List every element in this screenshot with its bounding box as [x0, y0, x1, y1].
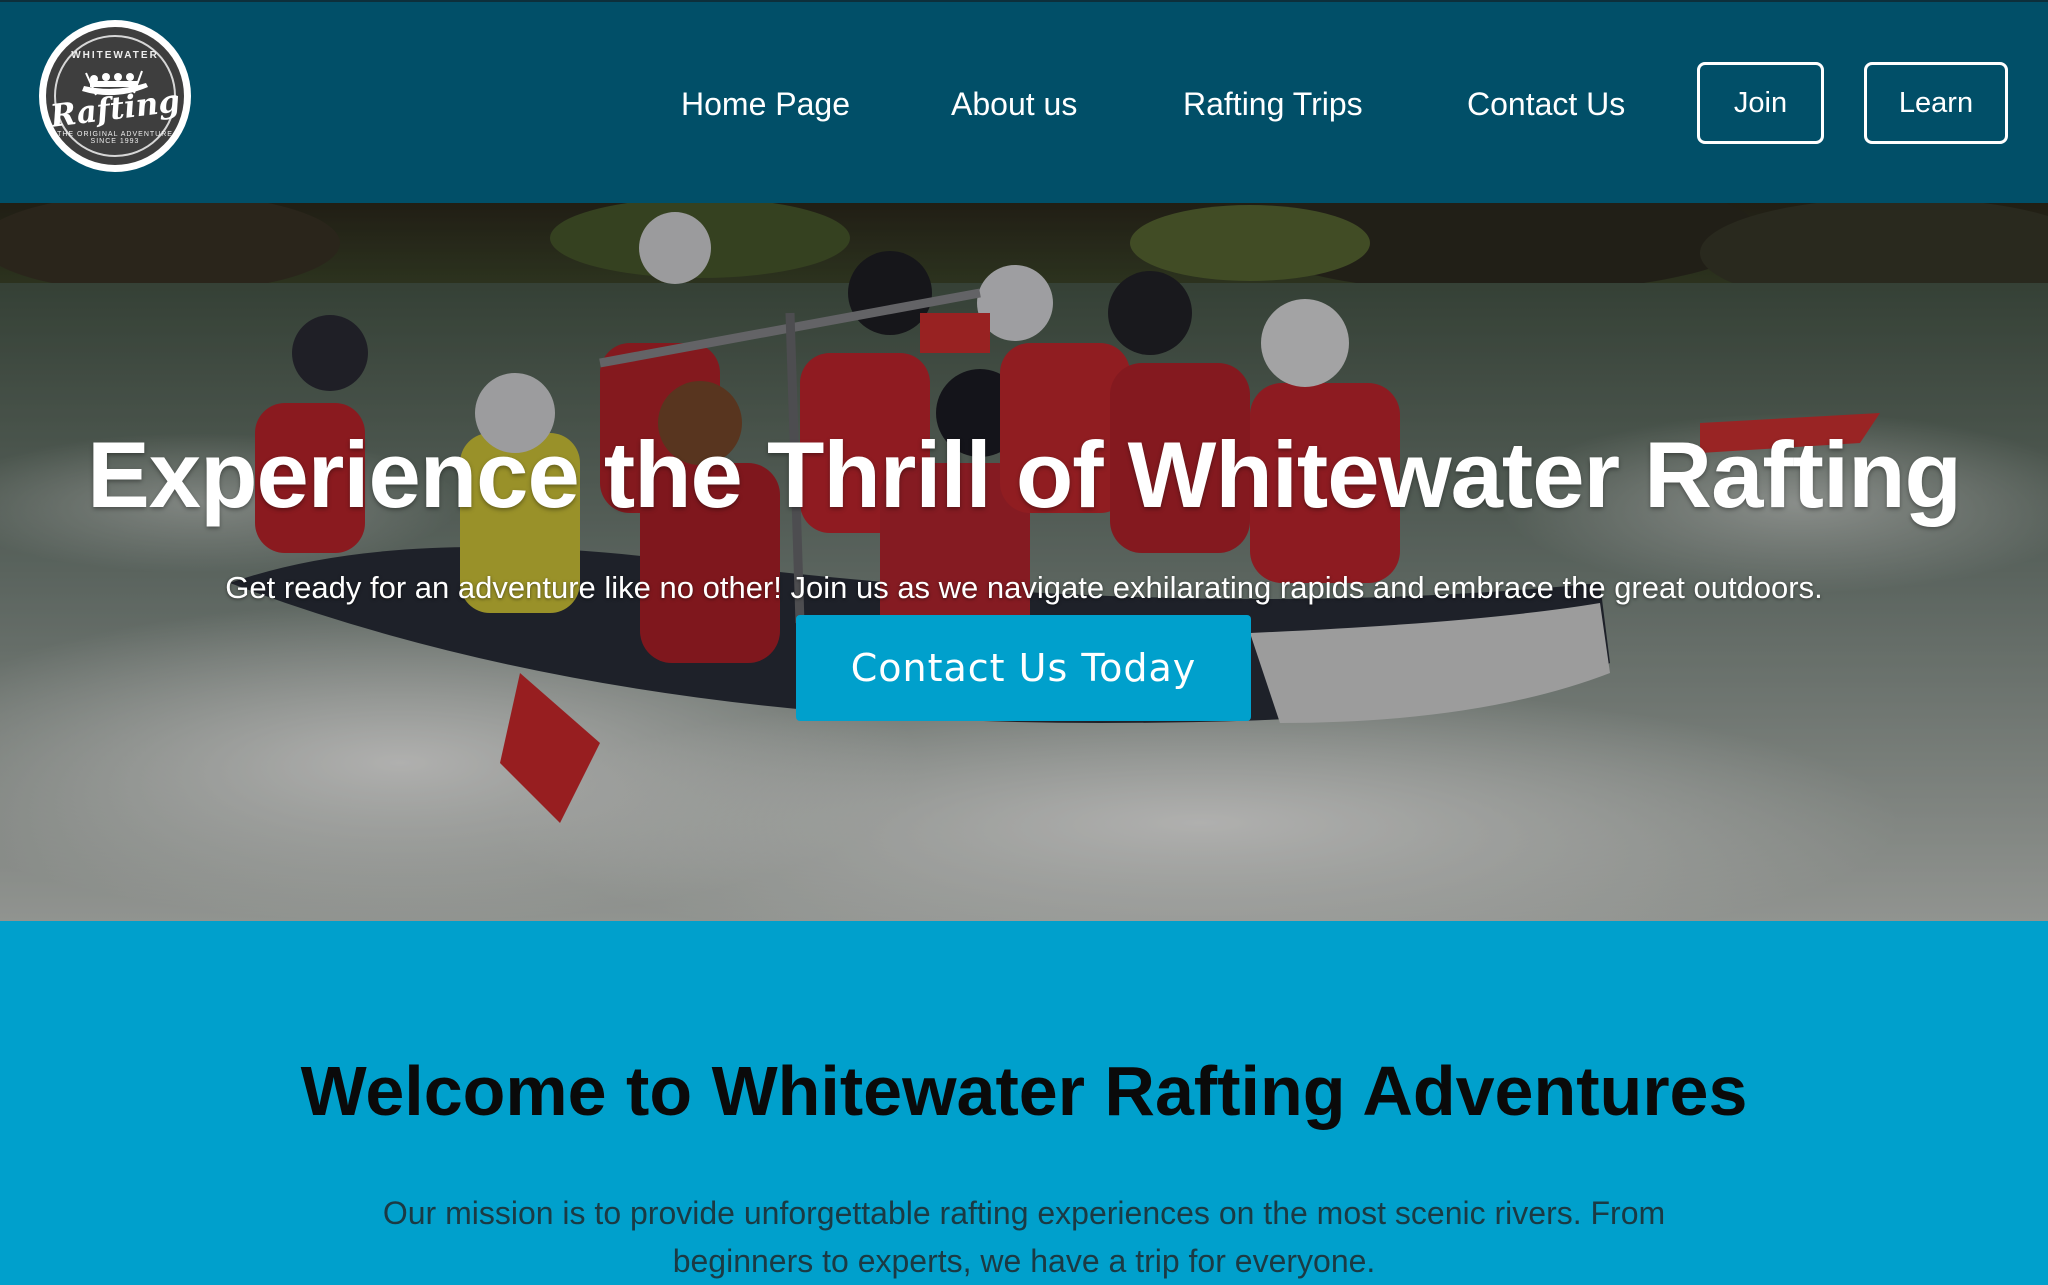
nav-home-page[interactable]: Home Page: [681, 80, 850, 128]
hero-title: Experience the Thrill of Whitewater Raft…: [87, 422, 1962, 527]
hero-section: Experience the Thrill of Whitewater Raft…: [0, 203, 2048, 921]
contact-us-today-button[interactable]: Contact Us Today: [796, 615, 1251, 721]
nav-about-us[interactable]: About us: [951, 80, 1077, 128]
site-header: WHITEWATER Rafting THE ORIGINAL ADVENTUR…: [0, 0, 2048, 203]
welcome-title: Welcome to Whitewater Rafting Adventures: [300, 1052, 1748, 1130]
nav-rafting-trips[interactable]: Rafting Trips: [1183, 80, 1363, 128]
nav-contact-us[interactable]: Contact Us: [1467, 80, 1625, 128]
hero-subtitle: Get ready for an adventure like no other…: [225, 570, 1823, 605]
logo-arc-top: WHITEWATER: [71, 50, 159, 61]
logo-arc-bottom: THE ORIGINAL ADVENTURE SINCE 1993: [57, 131, 173, 145]
hero-overlay: [0, 203, 2048, 921]
join-button[interactable]: Join: [1697, 62, 1824, 144]
learn-button[interactable]: Learn: [1864, 62, 2008, 144]
welcome-text: Our mission is to provide unforgettable …: [382, 1195, 1666, 1279]
welcome-section: Welcome to Whitewater Rafting Adventures…: [0, 921, 2048, 1280]
